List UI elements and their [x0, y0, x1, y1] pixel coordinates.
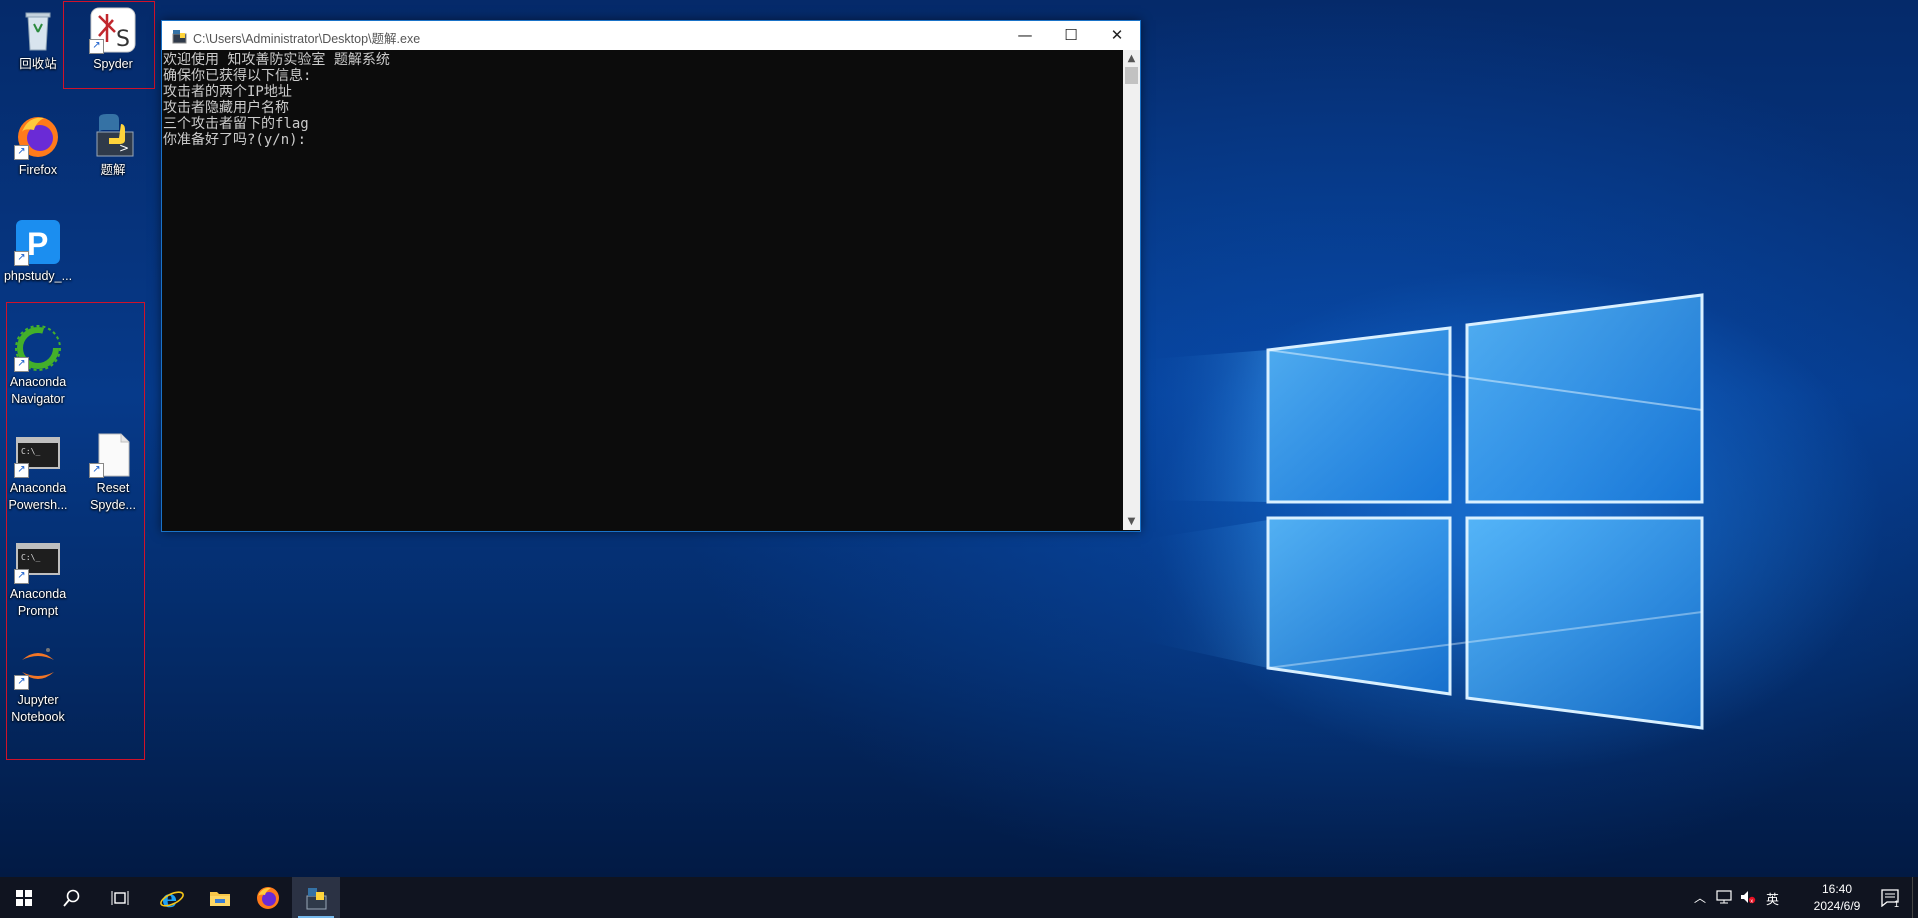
- console-line: 欢迎使用 知攻善防实验室 题解系统: [163, 52, 390, 68]
- scroll-up-icon[interactable]: ▲: [1123, 50, 1140, 67]
- python-app-icon: [306, 887, 327, 909]
- icon-label: 题解: [100, 163, 126, 177]
- icon-label: Spyder: [93, 57, 133, 71]
- icon-label: 回收站: [19, 57, 57, 71]
- shortcut-arrow-icon: ↗: [14, 251, 29, 266]
- task-view-icon: [111, 890, 129, 905]
- desktop-icon-tijie[interactable]: > 题解: [78, 112, 148, 179]
- svg-text:S: S: [116, 27, 130, 52]
- recycle-bin-icon: [14, 6, 62, 54]
- icon-label-line2: Prompt: [17, 604, 59, 618]
- volume-muted-icon[interactable]: x: [1740, 890, 1756, 904]
- task-view-button[interactable]: [96, 877, 144, 918]
- window-title: C:\Users\Administrator\Desktop\题解.exe: [193, 32, 421, 46]
- console-line: 三个攻击者留下的flag: [163, 116, 309, 132]
- desktop-icon-firefox[interactable]: ↗ Firefox: [3, 112, 73, 179]
- anaconda-icon: ↗: [14, 324, 62, 372]
- taskbar-ie[interactable]: e: [148, 877, 196, 918]
- console-output[interactable]: 欢迎使用 知攻善防实验室 题解系统 确保你已获得以下信息: 攻击者的两个IP地址 攻击…: [162, 50, 1123, 532]
- firefox-icon: ↗: [14, 112, 62, 160]
- desktop-icon-anaconda-powershell[interactable]: C:\_ ↗ Anaconda Powersh...: [3, 430, 73, 514]
- console-line: 攻击者的两个IP地址: [163, 84, 292, 100]
- icon-label-line1: Anaconda: [9, 481, 67, 495]
- shortcut-arrow-icon: ↗: [89, 39, 104, 54]
- svg-text:C:\_: C:\_: [21, 447, 40, 456]
- system-tray: ︿ x 英: [1694, 877, 1790, 918]
- shortcut-arrow-icon: ↗: [14, 675, 29, 690]
- action-center-button[interactable]: 1: [1872, 877, 1908, 918]
- desktop-icon-spyder[interactable]: S ↗ Spyder: [78, 6, 148, 73]
- taskbar-python-app[interactable]: [292, 877, 340, 918]
- taskbar: e ︿ x 英 16:40 2024/6/9 1: [0, 877, 1918, 918]
- firefox-icon: [257, 886, 279, 909]
- python-app-icon: [171, 28, 187, 44]
- ie-icon: e: [160, 886, 184, 910]
- svg-text:>: >: [119, 141, 129, 155]
- icon-label: phpstudy_...: [3, 269, 73, 283]
- shortcut-arrow-icon: ↗: [14, 569, 29, 584]
- clock-date: 2024/6/9: [1813, 899, 1861, 913]
- terminal-icon: C:\_ ↗: [14, 536, 62, 584]
- desktop-icon-anaconda-navigator[interactable]: ↗ Anaconda Navigator: [3, 324, 73, 408]
- console-window[interactable]: C:\Users\Administrator\Desktop\题解.exe — …: [161, 20, 1141, 532]
- desktop-icon-reset-spyder[interactable]: ↗ Reset Spyde...: [78, 430, 148, 514]
- ime-indicator[interactable]: 英: [1766, 889, 1779, 908]
- icon-label-line1: Anaconda: [9, 375, 67, 389]
- icon-label-line2: Powersh...: [8, 498, 68, 512]
- file-explorer-icon: [210, 891, 230, 906]
- desktop: 回收站 S ↗ Spyder ↗ Firefox > 题解 P ↗ phpstu…: [0, 0, 1918, 877]
- desktop-icon-jupyter-notebook[interactable]: ↗ Jupyter Notebook: [3, 642, 73, 726]
- notification-count: 1: [1894, 899, 1900, 909]
- scrollbar-thumb[interactable]: [1125, 67, 1138, 84]
- shortcut-arrow-icon: ↗: [14, 357, 29, 372]
- icon-label: Firefox: [18, 163, 58, 177]
- icon-label-line1: Reset: [96, 481, 130, 495]
- console-line: 确保你已获得以下信息:: [163, 68, 312, 84]
- spyder-icon: S ↗: [89, 6, 137, 54]
- shortcut-arrow-icon: ↗: [14, 463, 29, 478]
- python-icon: >: [89, 112, 137, 160]
- terminal-icon: C:\_ ↗: [14, 430, 62, 478]
- show-desktop-button[interactable]: [1912, 877, 1918, 918]
- phpstudy-icon: P ↗: [14, 218, 62, 266]
- icon-label-line1: Jupyter: [17, 693, 59, 707]
- svg-text:P: P: [27, 226, 48, 262]
- close-button[interactable]: ✕: [1094, 21, 1140, 50]
- search-button[interactable]: [48, 877, 96, 918]
- console-line: 攻击者隐藏用户名称: [163, 100, 289, 116]
- start-button[interactable]: [0, 877, 48, 918]
- icon-label-line2: Notebook: [11, 710, 65, 724]
- console-titlebar[interactable]: C:\Users\Administrator\Desktop\题解.exe — …: [162, 21, 1140, 50]
- maximize-button[interactable]: ☐: [1048, 21, 1094, 50]
- search-icon: [63, 889, 80, 907]
- icon-label-line1: Anaconda: [9, 587, 67, 601]
- icon-label-line2: Navigator: [11, 392, 65, 406]
- shortcut-arrow-icon: ↗: [89, 463, 104, 478]
- jupyter-icon: ↗: [14, 642, 62, 690]
- vertical-scrollbar[interactable]: ▲ ▼: [1123, 50, 1140, 530]
- svg-text:C:\_: C:\_: [21, 553, 40, 562]
- document-icon: ↗: [89, 430, 137, 478]
- clock-time: 16:40: [1821, 882, 1853, 896]
- console-line: 你准备好了吗?(y/n):: [163, 132, 307, 148]
- desktop-icon-anaconda-prompt[interactable]: C:\_ ↗ Anaconda Prompt: [3, 536, 73, 620]
- desktop-icon-recycle-bin[interactable]: 回收站: [3, 6, 73, 73]
- minimize-button[interactable]: —: [1002, 21, 1048, 50]
- chevron-up-icon[interactable]: ︿: [1694, 889, 1706, 906]
- taskbar-file-explorer[interactable]: [196, 877, 244, 918]
- start-icon: [16, 889, 32, 906]
- taskbar-firefox[interactable]: [244, 877, 292, 918]
- svg-text:x: x: [1750, 898, 1753, 904]
- clock[interactable]: 16:40 2024/6/9: [1802, 881, 1872, 915]
- desktop-icon-phpstudy[interactable]: P ↗ phpstudy_...: [3, 218, 73, 285]
- shortcut-arrow-icon: ↗: [14, 145, 29, 160]
- icon-label-line2: Spyde...: [90, 498, 136, 512]
- scroll-down-icon[interactable]: ▼: [1123, 513, 1140, 530]
- network-icon[interactable]: [1716, 890, 1732, 904]
